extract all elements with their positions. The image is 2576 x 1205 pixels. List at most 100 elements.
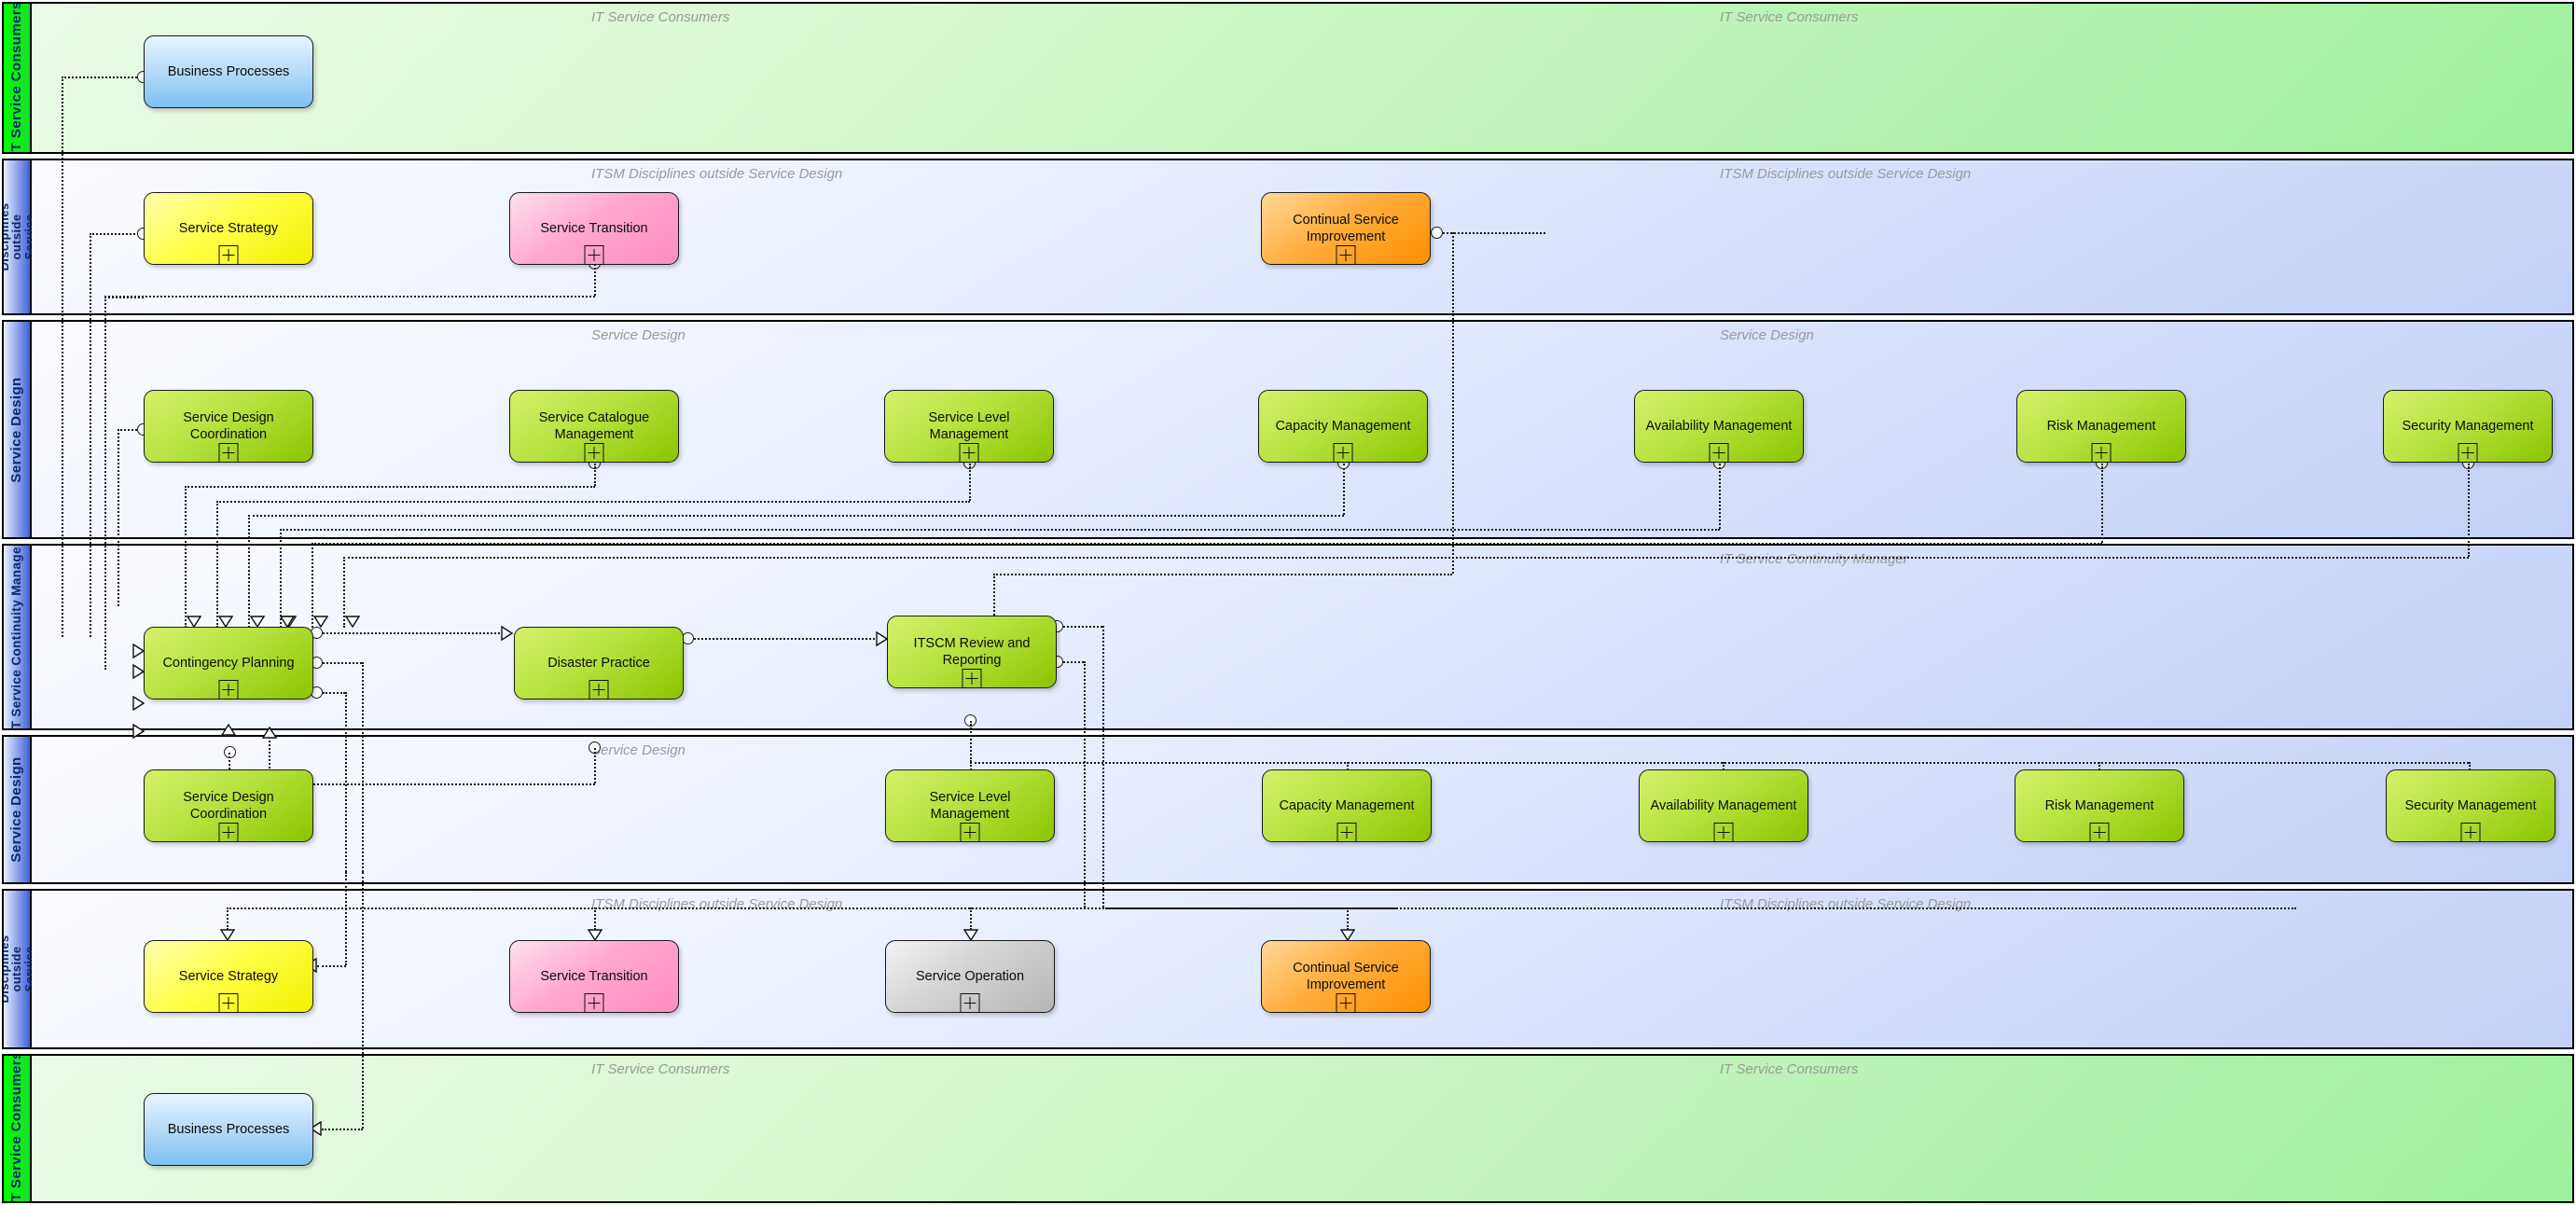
node-label: Service Level Management [928, 409, 1010, 442]
connector-trunk-v2 [90, 233, 91, 637]
node-capacity-management-bottom[interactable]: Capacity Management [1262, 769, 1432, 842]
node-business-processes-bottom[interactable]: Business Processes [144, 1093, 313, 1166]
subprocess-plus-icon [218, 680, 239, 699]
node-service-strategy-top[interactable]: Service Strategy [144, 192, 313, 265]
connector-cp-out3-h [323, 692, 345, 694]
node-service-level-management-bottom[interactable]: Service Level Management [885, 769, 1055, 842]
node-label: Capacity Management [1279, 797, 1415, 813]
subprocess-plus-icon [962, 669, 982, 688]
connector-csi-top-h [1443, 232, 1545, 234]
connector-trunk-v3 [118, 429, 119, 606]
lane-title-left: ITSM Disciplines outside Service Design [591, 896, 843, 912]
connector-capm-top-h [248, 515, 1344, 517]
connector-secm-top-h [343, 557, 2469, 559]
connector-trunk-h2 [90, 233, 142, 235]
node-label: Service Design Coordination [183, 789, 274, 822]
node-service-strategy-bottom[interactable]: Service Strategy [144, 940, 313, 1013]
node-service-operation-bottom[interactable]: Service Operation [885, 940, 1055, 1013]
node-label: Service Design Coordination [183, 409, 274, 442]
node-service-level-management-top[interactable]: Service Level Management [884, 390, 1054, 463]
connector-st-top-h [104, 296, 595, 298]
node-label: Service Strategy [178, 968, 279, 984]
subprocess-plus-icon [218, 443, 239, 463]
subprocess-plus-icon [218, 823, 239, 842]
lane-title-right: ITSM Disciplines outside Service Design [1720, 166, 1972, 182]
node-business-processes-top[interactable]: Business Processes [144, 35, 313, 108]
subprocess-plus-icon [1336, 245, 1356, 265]
connector-to-business-processes-bottom-h [322, 1129, 363, 1130]
lane-title-right: ITSM Disciplines outside Service Design [1720, 896, 1972, 912]
connector-csi-top-v [1452, 232, 1454, 574]
connector-capm-top-v [1343, 464, 1345, 515]
node-service-catalogue-management-top[interactable]: Service Catalogue Management [509, 390, 679, 463]
node-label: Availability Management [1645, 418, 1793, 434]
node-label: Continual Service Improvement [1293, 960, 1399, 992]
lane-body: IT Service Consumers IT Service Consumer… [32, 4, 2572, 152]
subprocess-plus-icon [960, 823, 980, 842]
lane-label: IT Service Continuity Manager [8, 544, 23, 730]
node-label: Capacity Management [1275, 418, 1411, 434]
connector-trunk-v1 [62, 76, 63, 637]
connector-to-service-strategy-bottom [227, 907, 229, 930]
subprocess-plus-icon [2460, 823, 2481, 842]
connector-cp-out2-h [323, 662, 362, 664]
connector-to-service-operation-bottom [970, 907, 972, 930]
node-continual-service-improvement-bottom[interactable]: Continual Service Improvement [1261, 940, 1431, 1013]
connector-itscm-out2-h [1063, 661, 1084, 663]
node-availability-management-top[interactable]: Availability Management [1634, 390, 1804, 463]
node-itscm-review-and-reporting[interactable]: ITSCM Review and Reporting [887, 616, 1057, 688]
node-security-management-bottom[interactable]: Security Management [2386, 769, 2555, 842]
lane-header-it-service-continuity-manager: IT Service Continuity Manager [4, 546, 32, 728]
node-security-management-top[interactable]: Security Management [2383, 390, 2553, 463]
node-continual-service-improvement-top[interactable]: Continual Service Improvement [1261, 192, 1431, 265]
node-risk-management-top[interactable]: Risk Management [2016, 390, 2186, 463]
subprocess-plus-icon [2091, 443, 2112, 463]
lane-header-itsm-disciplines-bottom: ITSM Disciplines outside Service Design [4, 891, 48, 1047]
connector-trunk-h1 [62, 76, 144, 78]
connector-secm-top-v [2468, 464, 2470, 557]
node-service-design-coordination-bottom[interactable]: Service Design Coordination [144, 769, 313, 842]
connector-dp-to-itscm [694, 638, 875, 640]
connector-itscm-out2-v [1084, 661, 1086, 907]
subprocess-plus-icon [1709, 443, 1729, 463]
node-label: Service Strategy [178, 220, 279, 236]
connector-st-top-v [594, 264, 596, 296]
lane-title-left: IT Service Consumers [591, 9, 730, 25]
connector-cp-to-disaster [323, 632, 500, 634]
node-service-transition-top[interactable]: Service Transition [509, 192, 679, 265]
subprocess-plus-icon [2458, 443, 2478, 463]
node-contingency-planning[interactable]: Contingency Planning [144, 627, 313, 699]
node-label: Service Catalogue Management [538, 409, 650, 442]
node-capacity-management-top[interactable]: Capacity Management [1258, 390, 1428, 463]
connector-into-service-strategy-side-h [317, 965, 346, 967]
connector-avm-top-h [280, 529, 1720, 531]
node-disaster-practice[interactable]: Disaster Practice [514, 627, 684, 699]
node-risk-management-bottom[interactable]: Risk Management [2015, 769, 2184, 842]
lane-label: IT Service Consumers [8, 2, 25, 154]
node-service-design-coordination-top[interactable]: Service Design Coordination [144, 390, 313, 463]
node-label: Risk Management [2044, 797, 2154, 813]
lane-it-service-continuity-manager: IT Service Continuity Manager IT Service… [2, 544, 2574, 730]
node-label: Business Processes [167, 63, 290, 79]
lane-title-left: Service Design [591, 742, 686, 758]
node-label: Service Transition [540, 968, 648, 984]
node-label: Security Management [2404, 797, 2537, 813]
node-label: Service Transition [540, 220, 648, 236]
subprocess-plus-icon [960, 993, 980, 1013]
node-service-transition-bottom[interactable]: Service Transition [509, 940, 679, 1013]
connector-scm-top-h [185, 486, 595, 488]
node-label: Business Processes [167, 1121, 290, 1137]
lane-header-service-design-bottom: Service Design [4, 737, 32, 882]
connector-rm-top-h [312, 543, 2102, 545]
connector-itscm-out1-v [1102, 626, 1104, 907]
node-label: Contingency Planning [162, 655, 295, 671]
connector-trunk-v4 [104, 297, 106, 670]
connector-cp-out2-v [362, 662, 364, 872]
subprocess-plus-icon [1336, 823, 1357, 842]
subprocess-plus-icon [584, 443, 604, 463]
lane-title-right: IT Service Consumers [1720, 1061, 1859, 1077]
subprocess-plus-icon [2089, 823, 2110, 842]
node-availability-management-bottom[interactable]: Availability Management [1639, 769, 1808, 842]
node-label: Risk Management [2046, 418, 2156, 434]
lane-title-left: Service Design [591, 327, 686, 343]
